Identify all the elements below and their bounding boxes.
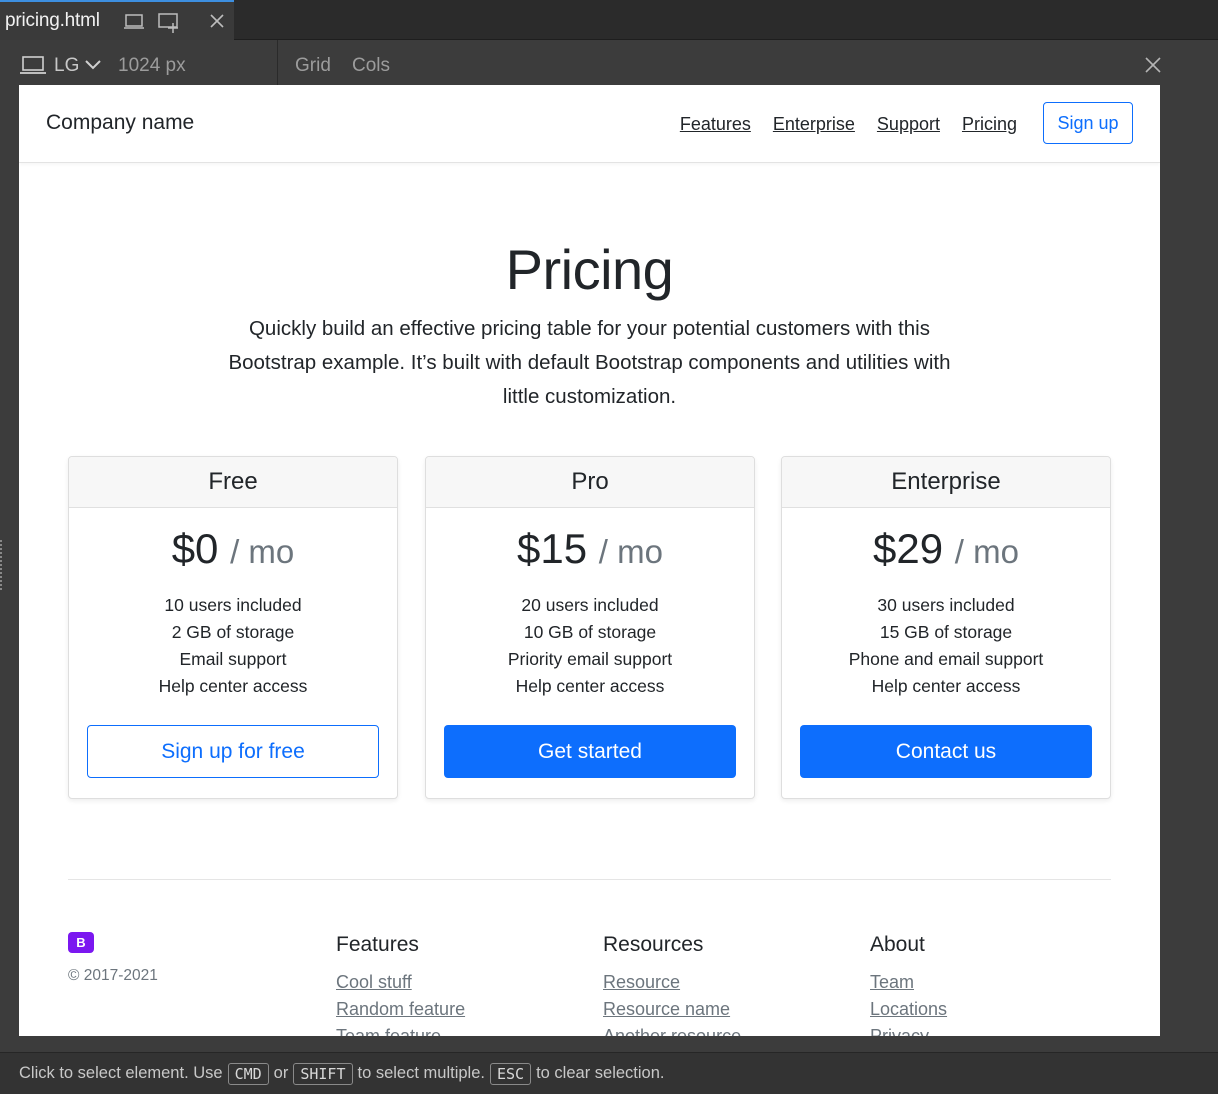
feature-item: 2 GB of storage [171,622,295,642]
footer-link[interactable]: Resource [603,969,741,996]
cols-toggle[interactable]: Cols [352,55,390,77]
price-period: / mo [598,533,663,570]
editor-tab-bar: pricing.html [0,0,1218,40]
footer-col-resources: Resources Resource Resource name Another… [603,933,741,1036]
footer-link[interactable]: Privacy [870,1023,947,1036]
footer-col-about: About Team Locations Privacy [870,933,947,1036]
bootstrap-logo-icon: B [68,932,94,953]
feature-item: Phone and email support [848,649,1044,669]
pricing-card-free: Free $0 / mo 10 users included 2 GB of s… [68,456,398,799]
status-text: or [273,1064,289,1082]
pricing-card-pro: Pro $15 / mo 20 users included 10 GB of … [425,456,755,799]
status-text: to clear selection. [536,1064,665,1082]
nav-link-enterprise[interactable]: Enterprise [773,114,855,135]
grid-toggle[interactable]: Grid [295,55,331,77]
feature-item: 30 users included [877,595,1015,615]
close-preview-icon[interactable] [1144,56,1162,79]
footer-col-title: About [870,933,925,956]
footer-col-title: Features [336,933,419,956]
footer-link[interactable]: Team feature [336,1023,465,1036]
signup-free-button[interactable]: Sign up for free [87,725,379,778]
feature-item: Help center access [158,676,308,696]
price-amount: $15 [517,525,588,572]
device-size-label[interactable]: LG [54,55,79,77]
feature-item: Priority email support [507,649,673,669]
plan-name: Free [69,457,397,508]
feature-item: 10 users included [164,595,302,615]
tab-pricing-html[interactable]: pricing.html [0,0,234,40]
pricing-card-enterprise: Enterprise $29 / mo 30 users included 15… [781,456,1111,799]
site-navbar: Company name Features Enterprise Support… [19,85,1160,163]
footer-divider [68,879,1111,880]
footer-link[interactable]: Random feature [336,996,465,1023]
footer-link[interactable]: Cool stuff [336,969,465,996]
key-cmd: CMD [227,1062,269,1085]
footer-copyright: © 2017-2021 [68,967,158,984]
feature-item: 10 GB of storage [523,622,657,642]
feature-item: 20 users included [521,595,659,615]
chevron-down-icon[interactable] [84,58,102,76]
plan-price: $0 / mo [69,525,397,573]
nav-links: Features Enterprise Support Pricing [680,114,1017,135]
laptop-icon [19,55,47,80]
price-period: / mo [230,533,295,570]
price-period: / mo [954,533,1019,570]
laptop-preview-icon[interactable] [123,12,145,37]
viewport-width: 1024 px [118,55,186,76]
feature-item: 15 GB of storage [879,622,1013,642]
pricing-cards: Free $0 / mo 10 users included 2 GB of s… [68,456,1111,799]
preview-toolbar: LG 1024 px Grid Cols [0,40,1218,85]
brand-name[interactable]: Company name [46,111,194,135]
footer-col-title: Resources [603,933,704,956]
plan-name: Enterprise [782,457,1110,508]
new-window-icon[interactable] [157,12,181,39]
footer-col-features: Features Cool stuff Random feature Team … [336,933,465,1036]
nav-link-pricing[interactable]: Pricing [962,114,1017,135]
footer-link[interactable]: Locations [870,996,947,1023]
feature-list: 10 users included 2 GB of storage Email … [69,592,397,700]
feature-item: Email support [179,649,287,669]
device-selector[interactable]: LG 1024 px [0,40,278,85]
feature-list: 20 users included 10 GB of storage Prior… [426,592,754,700]
feature-item: Help center access [515,676,665,696]
price-amount: $0 [171,525,219,572]
signup-button[interactable]: Sign up [1043,102,1133,144]
hero-lead-text: Quickly build an effective pricing table… [228,317,951,408]
page-title: Pricing [505,238,674,301]
status-bar: Click to select element. Use CMD or SHIF… [0,1052,1218,1094]
tab-title: pricing.html [5,10,100,31]
feature-item: Help center access [871,676,1021,696]
plan-price: $15 / mo [426,525,754,573]
close-tab-icon[interactable] [208,12,226,35]
footer-link[interactable]: Team [870,969,947,996]
page-preview: Company name Features Enterprise Support… [19,85,1160,1036]
footer-link[interactable]: Resource name [603,996,741,1023]
footer-link[interactable]: Another resource [603,1023,741,1036]
plan-price: $29 / mo [782,525,1110,573]
feature-list: 30 users included 15 GB of storage Phone… [782,592,1110,700]
nav-link-support[interactable]: Support [877,114,940,135]
nav-link-features[interactable]: Features [680,114,751,135]
get-started-button[interactable]: Get started [444,725,736,778]
status-text: to select multiple. [357,1064,485,1082]
plan-name: Pro [426,457,754,508]
status-text: Click to select element. Use [19,1064,223,1082]
key-esc: ESC [489,1062,532,1085]
panel-resize-handle[interactable] [0,540,4,590]
price-amount: $29 [873,525,944,572]
key-shift: SHIFT [293,1062,353,1085]
contact-us-button[interactable]: Contact us [800,725,1092,778]
